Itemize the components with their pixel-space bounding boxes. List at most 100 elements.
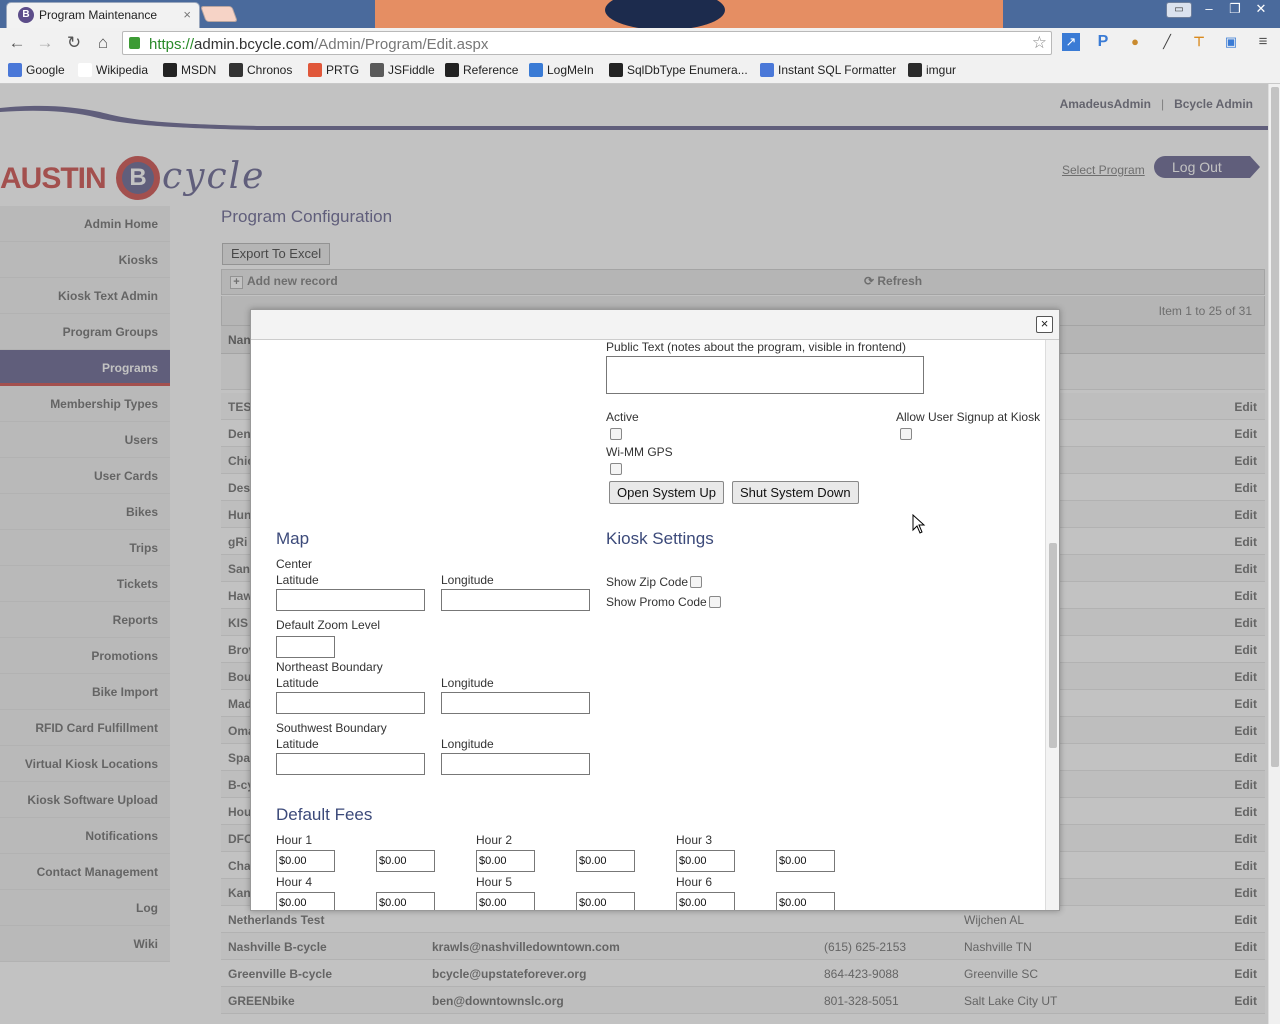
- browser-titlebar: B Program Maintenance × ▭ – ❐ ✕: [0, 0, 1280, 28]
- hour-5-fee-input[interactable]: $0.00: [476, 892, 535, 910]
- center-latitude-input[interactable]: [276, 589, 425, 611]
- bookmark-8[interactable]: SqlDbType Enumera...: [609, 63, 748, 77]
- default-fees-heading: Default Fees: [276, 805, 373, 824]
- ne-boundary-label: Northeast Boundary: [276, 660, 383, 674]
- bookmark-7[interactable]: LogMeIn: [529, 63, 594, 77]
- hour-4-fee-input[interactable]: $0.00: [276, 892, 335, 910]
- hour-1-fee-input[interactable]: $0.00: [276, 850, 335, 872]
- bookmark-star-icon[interactable]: ☆: [1032, 33, 1047, 53]
- shut-system-down-button[interactable]: Shut System Down: [732, 481, 859, 504]
- address-bar[interactable]: https://admin.bcycle.com/Admin/Program/E…: [122, 31, 1052, 55]
- window-menu-icon[interactable]: ▭: [1166, 2, 1192, 18]
- gps-checkbox[interactable]: [610, 463, 622, 475]
- show-promo-checkbox[interactable]: [709, 596, 721, 608]
- ne-latitude-input[interactable]: [276, 692, 425, 714]
- bookmark-label: JSFiddle: [388, 63, 435, 77]
- allow-signup-label: Allow User Signup at Kiosk: [896, 410, 1041, 424]
- new-tab-button[interactable]: [200, 6, 238, 22]
- bookmark-label: MSDN: [181, 63, 217, 77]
- bookmark-label: Wikipedia: [96, 63, 149, 77]
- prtg-icon: [308, 63, 322, 77]
- bookmark-0[interactable]: Google: [8, 63, 65, 77]
- extension-window-icon[interactable]: ▣: [1222, 33, 1240, 51]
- forward-icon[interactable]: →: [35, 33, 55, 53]
- chrome-menu-icon[interactable]: ≡: [1254, 33, 1272, 51]
- google-icon: [8, 63, 22, 77]
- sw-boundary-label: Southwest Boundary: [276, 721, 387, 735]
- hour-3-label: Hour 3: [676, 833, 713, 847]
- url-text: https://admin.bcycle.com/Admin/Program/E…: [149, 36, 489, 53]
- zoom-label: Default Zoom Level: [276, 618, 381, 632]
- back-icon[interactable]: ←: [7, 33, 27, 53]
- show-zip-label: Show Zip Code: [606, 575, 689, 589]
- bookmark-2[interactable]: MSDN: [163, 63, 216, 77]
- hour-2-fee-input-2[interactable]: $0.00: [576, 850, 635, 872]
- bookmark-6[interactable]: Reference: [445, 63, 518, 77]
- chronos-icon: [229, 63, 243, 77]
- extension-arrow-icon[interactable]: ↗: [1062, 33, 1080, 51]
- show-promo-label: Show Promo Code: [606, 595, 707, 609]
- bookmark-1[interactable]: Wikipedia: [78, 63, 148, 77]
- tab-title: Program Maintenance: [39, 8, 158, 22]
- bookmark-label: imgur: [926, 63, 957, 77]
- kiosk-settings-heading: Kiosk Settings: [606, 529, 714, 548]
- show-zip-checkbox[interactable]: [690, 576, 702, 588]
- bookmark-label: PRTG: [326, 63, 360, 77]
- hour-6-fee-input[interactable]: $0.00: [676, 892, 735, 910]
- hour-2-fee-input[interactable]: $0.00: [476, 850, 535, 872]
- public-text-label: Public Text (notes about the program, vi…: [606, 340, 906, 354]
- center-longitude-input[interactable]: [441, 589, 590, 611]
- sw-longitude-label: Longitude: [441, 737, 494, 751]
- dialog-scrollbar[interactable]: [1045, 340, 1059, 910]
- gps-label: Wi-MM GPS: [606, 445, 673, 459]
- wikipedia-icon: [78, 63, 92, 77]
- home-icon[interactable]: ⌂: [93, 33, 113, 53]
- bookmark-label: Google: [26, 63, 65, 77]
- bookmark-label: Instant SQL Formatter: [778, 63, 897, 77]
- extension-cookie-icon[interactable]: ●: [1126, 33, 1144, 51]
- hour-4-fee-input-2[interactable]: $0.00: [376, 892, 435, 910]
- bookmark-3[interactable]: Chronos: [229, 63, 292, 77]
- zoom-input[interactable]: [276, 636, 335, 658]
- hour-6-fee-input-2[interactable]: $0.00: [776, 892, 835, 910]
- hour-3-fee-input-2[interactable]: $0.00: [776, 850, 835, 872]
- ne-latitude-label: Latitude: [276, 676, 319, 690]
- tab-close-icon[interactable]: ×: [183, 7, 191, 22]
- allow-signup-checkbox[interactable]: [900, 428, 912, 440]
- open-system-up-button[interactable]: Open System Up: [609, 481, 724, 504]
- dialog-header: ×: [251, 310, 1059, 340]
- bookmark-label: SqlDbType Enumera...: [627, 63, 748, 77]
- dialog-close-button[interactable]: ×: [1036, 316, 1053, 333]
- hour-5-fee-input-2[interactable]: $0.00: [576, 892, 635, 910]
- bookmark-4[interactable]: PRTG: [308, 63, 359, 77]
- public-text-input[interactable]: [606, 356, 924, 394]
- bookmark-label: LogMeIn: [547, 63, 594, 77]
- mouse-cursor-icon: [912, 514, 926, 534]
- minimize-icon[interactable]: –: [1200, 2, 1218, 18]
- ne-longitude-input[interactable]: [441, 692, 590, 714]
- hour-1-fee-input-2[interactable]: $0.00: [376, 850, 435, 872]
- extension-eyedropper-icon[interactable]: ╱: [1158, 33, 1176, 51]
- bookmark-label: Chronos: [247, 63, 293, 77]
- bookmark-5[interactable]: JSFiddle: [370, 63, 435, 77]
- close-window-icon[interactable]: ✕: [1252, 2, 1270, 18]
- bookmark-9[interactable]: Instant SQL Formatter: [760, 63, 896, 77]
- ne-longitude-label: Longitude: [441, 676, 494, 690]
- reload-icon[interactable]: ↻: [64, 33, 84, 53]
- sw-latitude-input[interactable]: [276, 753, 425, 775]
- restore-icon[interactable]: ❐: [1226, 2, 1244, 18]
- browser-tab[interactable]: B Program Maintenance ×: [6, 2, 200, 28]
- hour-3-fee-input[interactable]: $0.00: [676, 850, 735, 872]
- extension-p-icon[interactable]: P: [1094, 33, 1112, 51]
- bookmark-10[interactable]: imgur: [908, 63, 956, 77]
- reference-icon: [445, 63, 459, 77]
- lock-icon: [129, 37, 140, 49]
- page-scrollbar[interactable]: [1268, 84, 1280, 1024]
- bookmarks-bar: Google Wikipedia MSDN Chronos PRTG JSFiddle Re…: [0, 58, 1280, 84]
- active-checkbox[interactable]: [610, 428, 622, 440]
- msdn-icon: [609, 63, 623, 77]
- desktop-wallpaper: [375, 0, 1003, 28]
- sw-longitude-input[interactable]: [441, 753, 590, 775]
- bcycle-favicon-icon: B: [18, 7, 34, 23]
- extension-ruler-icon[interactable]: ⊤: [1190, 33, 1208, 51]
